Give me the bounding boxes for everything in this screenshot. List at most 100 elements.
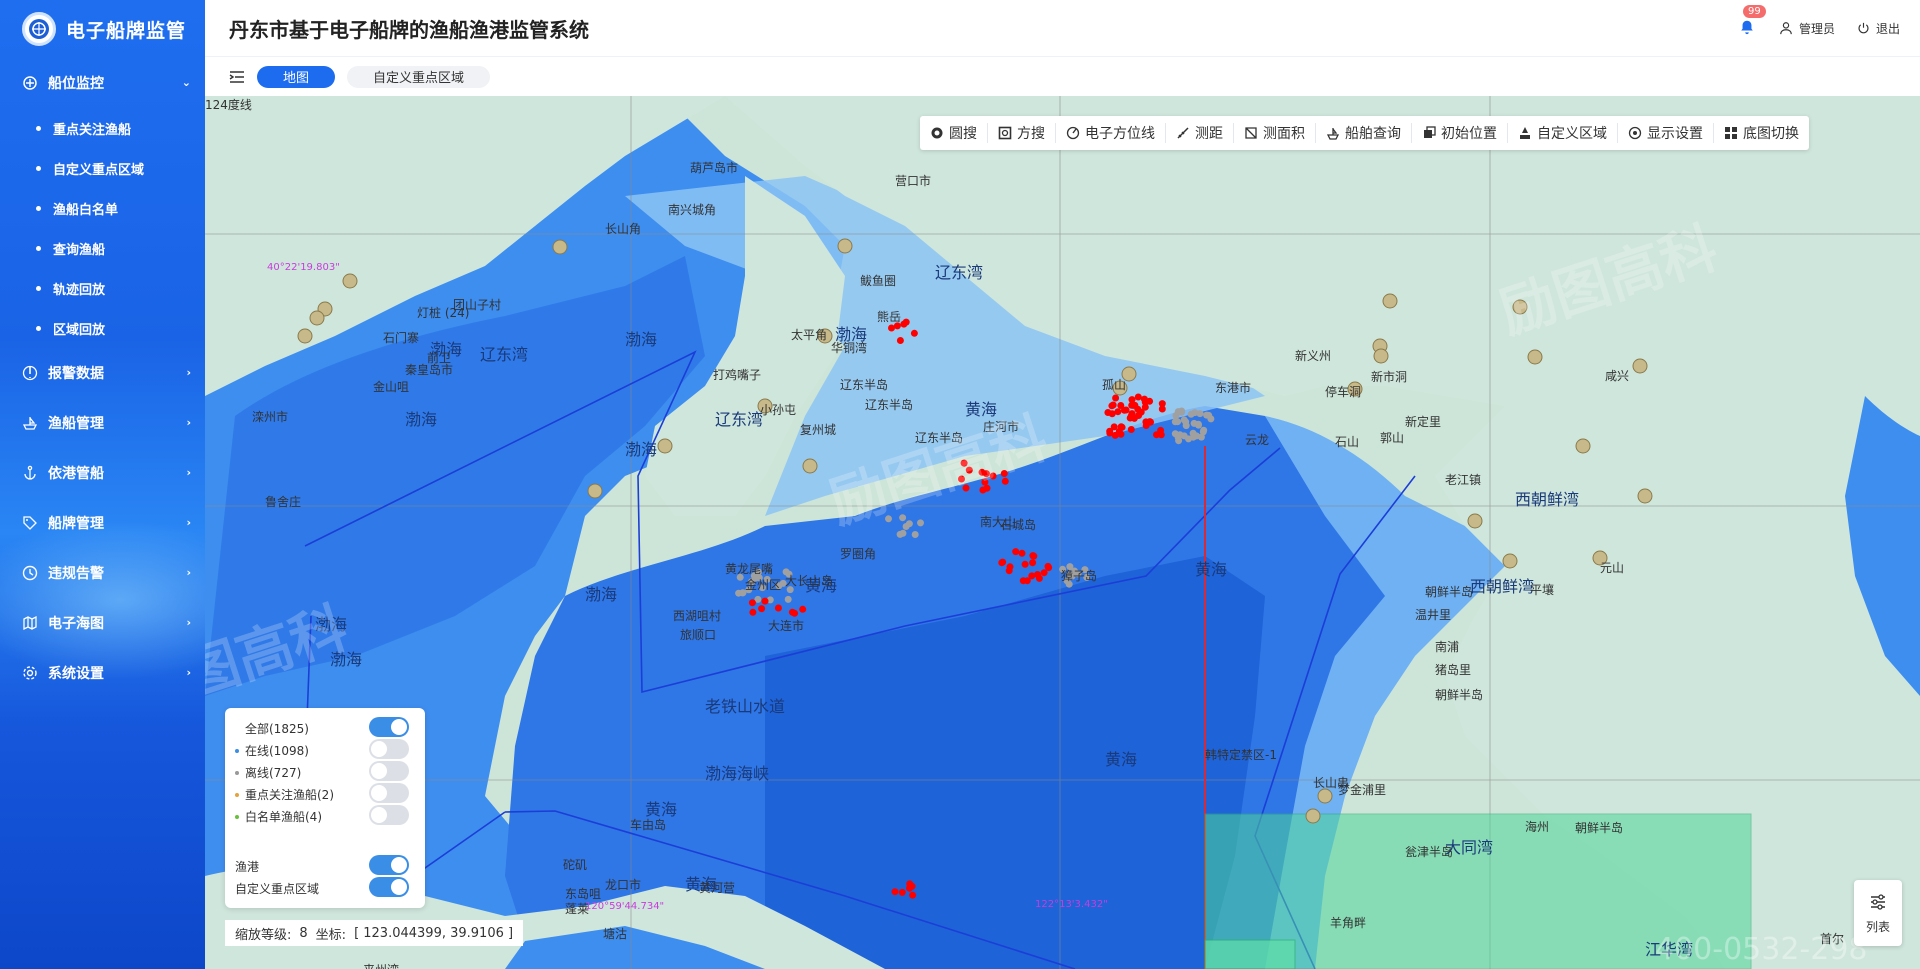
fishing-port-marker[interactable] bbox=[1527, 349, 1543, 365]
vessel-marker[interactable] bbox=[1012, 548, 1020, 556]
fishing-port-marker[interactable] bbox=[1575, 438, 1591, 454]
vessel-marker[interactable] bbox=[917, 519, 924, 527]
vessel-marker[interactable] bbox=[1178, 407, 1186, 415]
vessel-marker[interactable] bbox=[1174, 418, 1182, 426]
fishing-port-marker[interactable] bbox=[657, 438, 673, 454]
sea-chart-map[interactable]: 渤海 渤海 渤海 渤海 渤海 渤海 渤海 渤海 黄海 黄海 黄海 黄海 黄海 黄海 辽东湾 辽东湾 辽东湾 西朝鲜… bbox=[205, 96, 1920, 969]
vessel-marker[interactable] bbox=[1120, 406, 1128, 414]
vessel-marker[interactable] bbox=[900, 320, 908, 328]
vessel-marker[interactable] bbox=[1106, 429, 1114, 437]
vessel-marker[interactable] bbox=[799, 605, 807, 613]
vessel-marker[interactable] bbox=[1134, 393, 1142, 401]
legend-toggle[interactable] bbox=[369, 717, 409, 737]
collapse-menu-icon[interactable] bbox=[229, 70, 245, 84]
vessel-marker[interactable] bbox=[906, 880, 914, 888]
sidebar-subitem[interactable]: 查询渔船 bbox=[0, 228, 205, 268]
vessel-marker[interactable] bbox=[896, 337, 904, 344]
sidebar-item-ship[interactable]: 渔船管理 › bbox=[0, 398, 205, 448]
vessel-marker[interactable] bbox=[1109, 401, 1117, 409]
vessel-marker[interactable] bbox=[1129, 401, 1137, 409]
vessel-marker[interactable] bbox=[784, 595, 792, 603]
vessel-marker[interactable] bbox=[1021, 560, 1029, 568]
list-button[interactable]: 列表 bbox=[1854, 880, 1902, 946]
sidebar-item-map[interactable]: 电子海图 › bbox=[0, 598, 205, 648]
toolbar-area-button[interactable]: 测面积 bbox=[1234, 123, 1316, 143]
vessel-marker[interactable] bbox=[891, 888, 899, 896]
fishing-port-marker[interactable] bbox=[1637, 488, 1653, 504]
vessel-marker[interactable] bbox=[909, 891, 917, 899]
toolbar-display-settings-button[interactable]: 显示设置 bbox=[1618, 123, 1714, 143]
legend-toggle[interactable] bbox=[369, 761, 409, 781]
vessel-marker[interactable] bbox=[1128, 410, 1136, 418]
sidebar-item-crosshair[interactable]: 船位监控 ⌄ bbox=[0, 58, 205, 108]
vessel-marker[interactable] bbox=[1146, 397, 1154, 405]
logout-button[interactable]: 退出 bbox=[1857, 20, 1900, 37]
toolbar-basemap-switch-button[interactable]: 底图切换 bbox=[1714, 123, 1809, 143]
vessel-marker[interactable] bbox=[1157, 426, 1165, 434]
toolbar-circle-search-button[interactable]: 圆搜 bbox=[920, 123, 988, 143]
fishing-port-marker[interactable] bbox=[587, 483, 603, 499]
fishing-port-marker[interactable] bbox=[1467, 513, 1483, 529]
vessel-marker[interactable] bbox=[758, 605, 766, 613]
vessel-marker[interactable] bbox=[1034, 571, 1041, 578]
tab-map[interactable]: 地图 bbox=[257, 65, 336, 88]
legend-toggle[interactable] bbox=[369, 739, 409, 759]
fishing-port-marker[interactable] bbox=[297, 328, 313, 344]
vessel-marker[interactable] bbox=[1114, 408, 1122, 416]
fishing-port-marker[interactable] bbox=[1305, 808, 1321, 824]
vessel-marker[interactable] bbox=[1117, 423, 1125, 431]
vessel-marker[interactable] bbox=[1030, 552, 1038, 560]
vessel-marker[interactable] bbox=[774, 604, 782, 612]
sidebar-item-anchor[interactable]: 依港管船 › bbox=[0, 448, 205, 498]
vessel-marker[interactable] bbox=[1005, 567, 1013, 575]
sidebar-item-gear[interactable]: 系统设置 › bbox=[0, 648, 205, 698]
toolbar-bearing-line-button[interactable]: 电子方位线 bbox=[1056, 123, 1166, 143]
fishing-port-marker[interactable] bbox=[1632, 358, 1648, 374]
vessel-marker[interactable] bbox=[1112, 394, 1120, 402]
vessel-marker[interactable] bbox=[1174, 433, 1182, 441]
tab-custom-area[interactable]: 自定义重点区域 bbox=[347, 65, 491, 88]
vessel-marker[interactable] bbox=[1040, 569, 1048, 577]
fishing-port-marker[interactable] bbox=[342, 273, 358, 289]
vessel-marker[interactable] bbox=[1018, 549, 1026, 557]
vessel-marker[interactable] bbox=[791, 609, 799, 617]
layer-toggle[interactable] bbox=[369, 877, 409, 897]
vessel-marker[interactable] bbox=[1185, 435, 1192, 443]
layer-toggle[interactable] bbox=[369, 855, 409, 875]
vessel-marker[interactable] bbox=[899, 529, 907, 537]
vessel-marker[interactable] bbox=[1019, 577, 1027, 585]
toolbar-ship-query-button[interactable]: 船舶查询 bbox=[1316, 123, 1412, 143]
vessel-marker[interactable] bbox=[1104, 409, 1112, 416]
vessel-marker[interactable] bbox=[749, 608, 757, 616]
fishing-port-marker[interactable] bbox=[802, 458, 818, 474]
vessel-marker[interactable] bbox=[1127, 426, 1135, 433]
sidebar-item-alert[interactable]: 报警数据 › bbox=[0, 348, 205, 398]
vessel-marker[interactable] bbox=[1142, 422, 1150, 429]
vessel-marker[interactable] bbox=[1190, 419, 1198, 427]
vessel-marker[interactable] bbox=[1187, 410, 1195, 418]
vessel-marker[interactable] bbox=[748, 599, 756, 607]
vessel-marker[interactable] bbox=[911, 531, 919, 538]
toolbar-ruler-button[interactable]: 测距 bbox=[1166, 123, 1234, 143]
vessel-marker[interactable] bbox=[1182, 418, 1190, 426]
vessel-marker[interactable] bbox=[761, 597, 769, 605]
toolbar-custom-area-button[interactable]: 自定义区域 bbox=[1508, 123, 1618, 143]
sidebar-subitem[interactable]: 自定义重点区域 bbox=[0, 148, 205, 188]
sidebar-subitem[interactable]: 轨迹回放 bbox=[0, 268, 205, 308]
vessel-marker[interactable] bbox=[1044, 562, 1052, 570]
fishing-port-marker[interactable] bbox=[552, 239, 568, 255]
vessel-marker[interactable] bbox=[888, 324, 895, 332]
sidebar-item-tag[interactable]: 船牌管理 › bbox=[0, 498, 205, 548]
vessel-marker[interactable] bbox=[1189, 429, 1197, 437]
vessel-marker[interactable] bbox=[1203, 411, 1211, 419]
notification-button[interactable]: 99 bbox=[1739, 5, 1766, 37]
toolbar-square-search-button[interactable]: 方搜 bbox=[988, 123, 1056, 143]
vessel-marker[interactable] bbox=[1029, 559, 1037, 567]
vessel-marker[interactable] bbox=[905, 520, 913, 528]
user-menu[interactable]: 管理员 bbox=[1779, 20, 1835, 37]
toolbar-home-position-button[interactable]: 初始位置 bbox=[1412, 123, 1508, 143]
vessel-marker[interactable] bbox=[1128, 396, 1136, 404]
sidebar-subitem[interactable]: 渔船白名单 bbox=[0, 188, 205, 228]
sidebar-subitem[interactable]: 区域回放 bbox=[0, 308, 205, 348]
fishing-port-marker[interactable] bbox=[1317, 788, 1333, 804]
